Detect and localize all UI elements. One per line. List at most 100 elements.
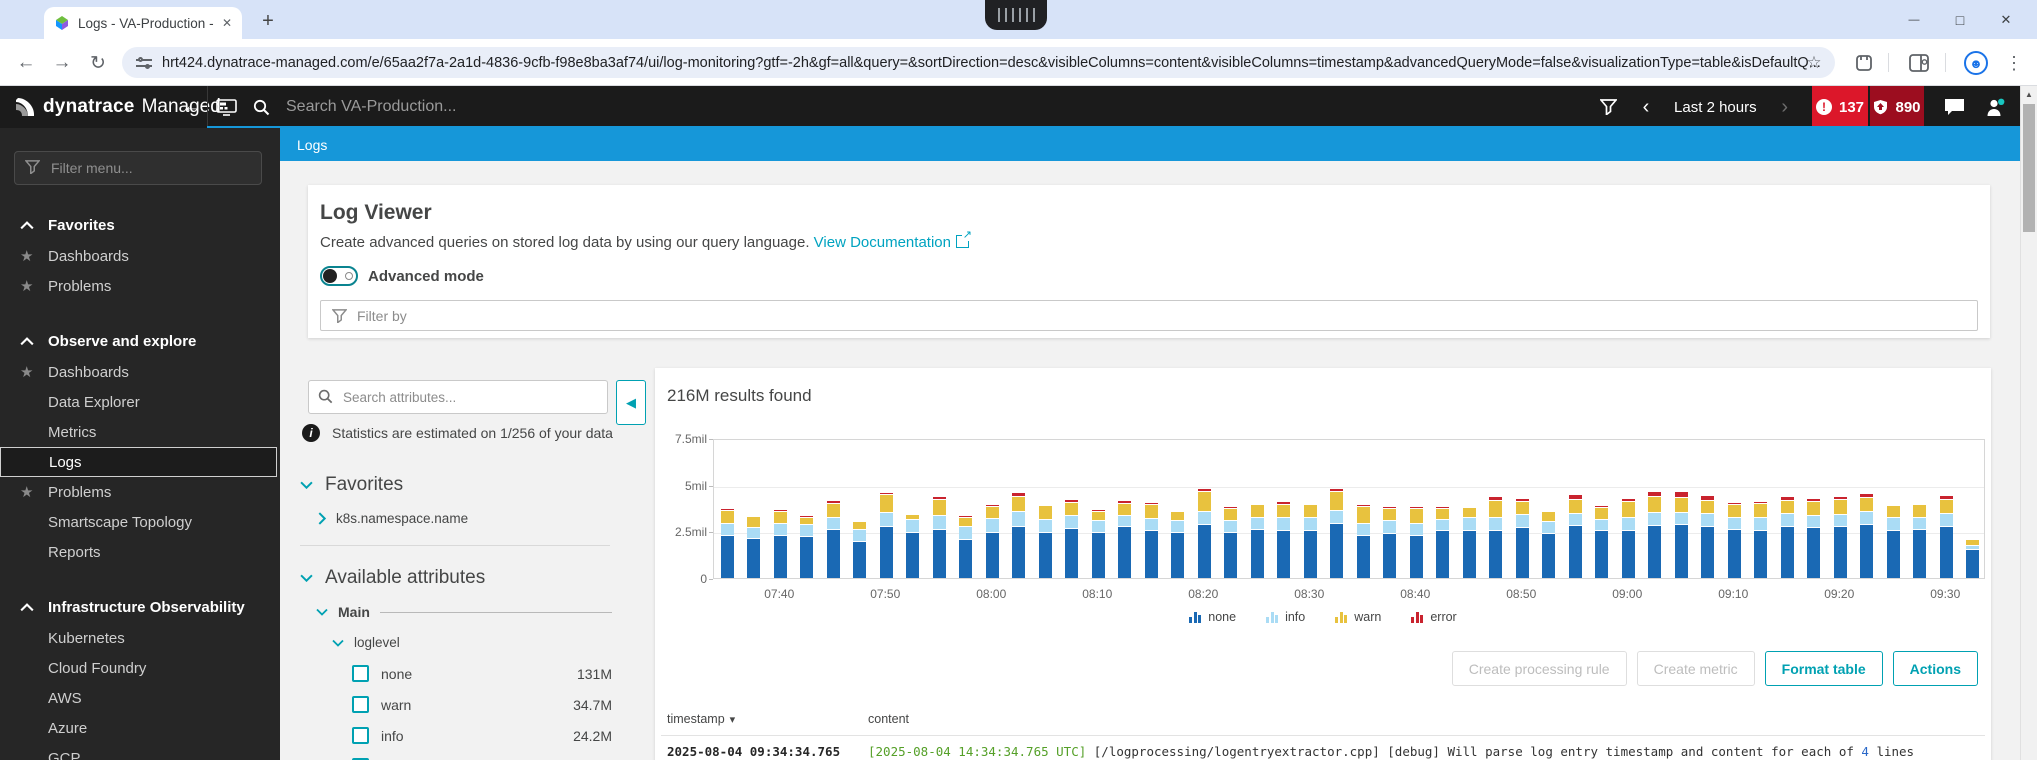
stacked-bar [853,520,867,578]
actions-button[interactable]: Actions [1892,651,1978,686]
global-search-input[interactable] [286,98,706,116]
main-content: Log Viewer Create advanced queries on st… [280,161,2037,760]
scrollbar-thumb[interactable] [2023,104,2035,232]
loglevel-option-debug: debug12.2M [352,751,612,760]
problems-badge[interactable]: 137 [1812,86,1868,128]
available-attributes-section[interactable]: Available attributes [300,567,485,589]
legend-label: error [1430,610,1457,624]
reload-icon[interactable] [84,49,112,77]
search-attributes-input[interactable] [308,380,608,414]
sidebar-item-label: Kubernetes [48,629,125,647]
sidebar-item-problems[interactable]: Problems [0,477,280,507]
sidebar-item-dashboards[interactable]: Dashboards [0,357,280,387]
back-icon[interactable] [12,49,40,77]
security-problems-badge[interactable]: 890 [1868,86,1924,128]
attributes-favorites-section[interactable]: Favorites [300,474,403,496]
sidebar-item-dashboards[interactable]: Dashboards [0,241,280,271]
legend-item-warn[interactable]: warn [1335,611,1381,623]
sidebar-item-label: Azure [48,719,88,737]
stacked-bar [1171,509,1185,578]
sidebar-item-metrics[interactable]: Metrics [0,417,280,447]
sidebar-section-favorites[interactable]: Favorites [0,210,280,241]
column-header-content[interactable]: content [868,712,909,726]
attribute-group-main[interactable]: Main [316,604,612,620]
stacked-bar [1939,495,1953,578]
sidebar-filter-input[interactable] [14,151,262,185]
legend-item-info[interactable]: info [1266,611,1305,623]
stacked-bar [906,512,920,578]
collapse-sidebar-arrow-icon[interactable] [178,86,206,128]
loglevel-option-warn: warn 34.7M [352,689,612,720]
minimize-icon[interactable] [1891,0,1937,39]
profile-avatar[interactable] [1962,49,1990,77]
close-window-icon[interactable] [1983,0,2029,39]
sidebar-section-infrastructure-observability[interactable]: Infrastructure Observability [0,592,280,623]
breadcrumb-bar[interactable]: Logs [280,128,2037,161]
extensions-icon[interactable] [1850,49,1878,77]
search-icon[interactable] [253,99,270,116]
sidebar-item-gcp[interactable]: GCP [0,743,280,760]
new-tab-button[interactable] [254,7,282,35]
stacked-bar [1568,494,1582,578]
sidebar-item-reports[interactable]: Reports [0,537,280,567]
legend-item-error[interactable]: error [1411,610,1457,624]
sidebar-item-smartscape-topology[interactable]: Smartscape Topology [0,507,280,537]
sidebar-item-data-explorer[interactable]: Data Explorer [0,387,280,417]
timeframe-prev-icon[interactable]: ‹ [1633,96,1660,119]
x-axis-label: 09:00 [1612,587,1643,601]
page-scrollbar[interactable] [2020,86,2037,760]
view-documentation-link[interactable]: View Documentation [814,234,951,251]
star-icon [20,363,48,381]
displays-icon[interactable] [216,98,237,116]
tab-close-icon[interactable] [222,16,232,30]
attribute-loglevel[interactable]: loglevel [332,635,400,650]
browser-menu-icon[interactable] [2000,49,2028,77]
option-count: 24.2M [573,727,612,744]
filter-by-funnel-icon [332,309,347,323]
sidebar-nav: Favorites Dashboards Problems Observe and e… [0,210,280,760]
chart-plot [713,439,1985,579]
maximize-icon[interactable] [1937,0,1983,39]
logo-text-primary: dynatrace [43,96,135,117]
collapse-attributes-panel-button[interactable] [616,380,646,425]
sidebar-item-cloud-foundry[interactable]: Cloud Foundry [0,653,280,683]
bookmark-star-icon[interactable] [1800,49,1828,77]
address-bar[interactable]: hrt424.dynatrace-managed.com/e/65aa2f7a-… [122,47,1835,78]
sidebar-item-logs[interactable]: Logs [0,447,277,477]
scrollbar-up-icon[interactable] [2021,86,2037,103]
sidebar-item-aws[interactable]: AWS [0,683,280,713]
stacked-bar [1886,503,1900,578]
table-header-row: timestamp content [667,712,1979,726]
checkbox-warn[interactable] [352,696,369,713]
table-row[interactable]: 2025-08-04 09:34:34.765 [2025-08-04 14:34… [667,744,1985,759]
sidebar-item-problems[interactable]: Problems [0,271,280,301]
side-panel-icon[interactable] [1905,49,1933,77]
sidebar-item-label: Problems [48,277,112,295]
forward-icon[interactable] [48,49,76,77]
timeframe-selector[interactable]: Last 2 hours [1659,99,1771,116]
sidebar-section-observe-and-explore[interactable]: Observe and explore [0,326,280,357]
sidebar-item-azure[interactable]: Azure [0,713,280,743]
browser-tab[interactable]: Logs - VA-Production - Dynatra [44,7,242,39]
format-table-button[interactable]: Format table [1764,651,1883,686]
x-axis-label: 08:20 [1188,587,1219,601]
sidebar-item-label: Dashboards [48,363,129,381]
checkbox-none[interactable] [352,665,369,682]
stacked-bar [1966,538,1980,578]
favorite-attribute-k8s-namespace-name[interactable]: k8s.namespace.name [318,511,468,526]
legend-item-none[interactable]: none [1189,611,1236,623]
site-settings-icon[interactable] [136,56,152,70]
advanced-mode-toggle[interactable] [320,266,358,286]
chat-icon[interactable] [1944,98,1965,116]
filter-funnel-icon[interactable] [1599,99,1617,115]
user-menu-icon[interactable] [1985,98,2005,117]
sidebar-item-kubernetes[interactable]: Kubernetes [0,623,280,653]
stats-estimate-note: Statistics are estimated on 1/256 of you… [302,424,613,442]
filter-by-input[interactable] [320,300,1978,331]
checkbox-info[interactable] [352,727,369,744]
stacked-bar [1330,487,1344,578]
timeframe-next-icon[interactable]: › [1771,96,1798,119]
stacked-bar [1197,487,1211,578]
column-header-timestamp[interactable]: timestamp [667,712,868,726]
chevron-up-icon [20,337,34,346]
